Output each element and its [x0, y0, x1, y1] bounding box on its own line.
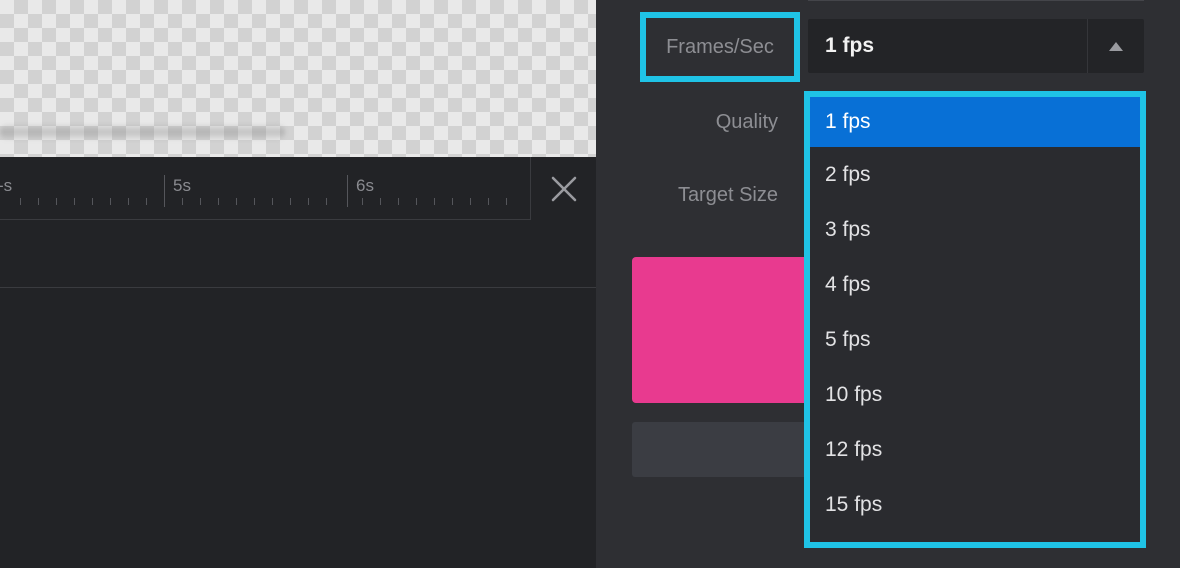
fps-option-1[interactable]: 1 fps	[810, 97, 1140, 147]
fps-option-15[interactable]: 15 fps	[810, 477, 1140, 532]
ruler-minor-tick	[272, 198, 273, 205]
panel-top-divider	[808, 0, 1144, 1]
ruler-minor-tick	[362, 198, 363, 205]
target-size-label: Target Size	[677, 184, 778, 206]
ruler-minor-tick	[380, 198, 381, 205]
frames-per-second-label: Frames/Sec	[640, 12, 800, 82]
ruler-minor-tick	[128, 198, 129, 205]
ruler-minor-tick	[434, 198, 435, 205]
fps-option-3[interactable]: 3 fps	[810, 202, 1140, 257]
timeline-ruler[interactable]: -s 5s 6s	[0, 157, 530, 220]
timeline-close-button[interactable]	[546, 171, 582, 207]
timeline: -s 5s 6s	[0, 157, 596, 568]
ruler-minor-tick	[56, 198, 57, 205]
ruler-minor-tick	[326, 198, 327, 205]
ruler-minor-tick	[38, 198, 39, 205]
ruler-label-5s: 5s	[173, 176, 191, 195]
ruler-minor-tick	[146, 198, 147, 205]
close-icon	[551, 176, 577, 202]
canvas-layer-shadow	[0, 124, 285, 140]
ruler-minor-tick	[200, 198, 201, 205]
ruler-minor-tick	[416, 198, 417, 205]
ruler-minor-tick	[182, 198, 183, 205]
frames-per-second-value: 1 fps	[825, 34, 875, 57]
ruler-minor-tick	[254, 198, 255, 205]
caret-up-icon	[1109, 41, 1123, 51]
ruler-major-tick	[164, 175, 165, 207]
ruler-minor-tick	[110, 198, 111, 205]
quality-label: Quality	[715, 111, 778, 133]
frames-per-second-label-text: Frames/Sec	[666, 35, 774, 58]
ruler-minor-tick	[452, 198, 453, 205]
fps-option-2[interactable]: 2 fps	[810, 147, 1140, 202]
ruler-label-4s: -s	[0, 176, 13, 195]
ruler-label-6s: 6s	[356, 176, 374, 195]
app-root: -s 5s 6s Frames/Sec 1 fps	[0, 0, 1180, 568]
ruler-minor-tick	[290, 198, 291, 205]
frames-per-second-select[interactable]: 1 fps	[808, 19, 1144, 73]
fps-option-12[interactable]: 12 fps	[810, 422, 1140, 477]
ruler-minor-tick	[488, 198, 489, 205]
ruler-minor-tick	[92, 198, 93, 205]
ruler-minor-tick	[308, 198, 309, 205]
ruler-minor-tick	[236, 198, 237, 205]
frames-per-second-dropdown[interactable]: 1 fps 2 fps 3 fps 4 fps 5 fps 10 fps 12 …	[804, 91, 1146, 548]
ruler-minor-tick	[218, 198, 219, 205]
canvas-preview	[0, 0, 596, 157]
ruler-minor-tick	[74, 198, 75, 205]
ruler-minor-tick	[398, 198, 399, 205]
ruler-minor-tick	[20, 198, 21, 205]
fps-option-10[interactable]: 10 fps	[810, 367, 1140, 422]
fps-option-5[interactable]: 5 fps	[810, 312, 1140, 367]
select-toggle[interactable]	[1088, 19, 1144, 73]
hidden-row-stub	[818, 549, 823, 568]
ruler-major-tick	[347, 175, 348, 207]
ruler-minor-tick	[470, 198, 471, 205]
ruler-minor-tick	[506, 198, 507, 205]
fps-option-4[interactable]: 4 fps	[810, 257, 1140, 312]
track-divider	[0, 287, 596, 288]
ruler-end-divider	[530, 157, 531, 220]
